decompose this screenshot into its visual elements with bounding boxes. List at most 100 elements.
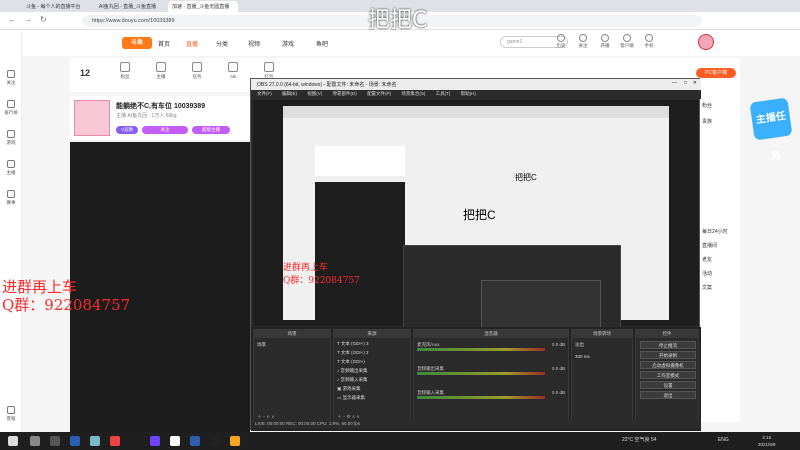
volume-slider[interactable] (417, 372, 545, 375)
guess-pill[interactable]: V竞猜 (116, 126, 138, 134)
menu-file[interactable]: 文件(F) (257, 91, 272, 97)
nav-category[interactable]: 分类 (216, 39, 228, 48)
explorer-icon[interactable] (90, 436, 100, 446)
broadcast-button[interactable]: 开播 (596, 34, 614, 49)
history-button[interactable]: 历史 (552, 34, 570, 49)
source-item[interactable]: T 文本 (GDI+) (337, 359, 365, 365)
left-nav-games[interactable]: 游戏 (0, 130, 22, 146)
settings-button[interactable]: 设置 (640, 381, 696, 389)
left-nav-streamers[interactable]: 主播 (0, 160, 22, 176)
weather-widget[interactable]: 22°C 空气良 54 (622, 437, 657, 443)
douyu-logo[interactable]: 斗鱼 (122, 37, 152, 49)
source-item[interactable]: ▣ 游戏采集 (337, 386, 361, 392)
volume-slider[interactable] (417, 348, 545, 351)
nav-video[interactable]: 视频 (248, 39, 260, 48)
controls-header: 控件 (636, 330, 698, 338)
obs-preview[interactable]: 把把C 把把C 进群再上车 Q群：922084757 (253, 100, 699, 415)
rank-icon (7, 100, 15, 108)
windows-start-icon[interactable] (8, 436, 18, 446)
browser-tab[interactable]: AI鱼丸回 - 直播_斗鱼直播 (95, 1, 165, 12)
left-nav-follow[interactable]: 关注 (0, 70, 22, 86)
menu-tools[interactable]: 工具(T) (436, 91, 451, 97)
stop-streaming-button[interactable]: 停止推流 (640, 341, 696, 349)
folder-icon[interactable] (230, 436, 240, 446)
menu-edit[interactable]: 编辑(E) (282, 91, 297, 97)
tool-item[interactable]: AB (222, 62, 244, 79)
mobile-button[interactable]: 手机 (640, 34, 658, 49)
mixer-channel-db: 0.0 dB (551, 390, 565, 395)
back-icon[interactable]: ← (8, 15, 16, 24)
camera-icon (601, 34, 609, 42)
language-indicator[interactable]: ENG (718, 437, 729, 443)
overlay-line: 进群再上车 (2, 278, 78, 296)
steam-icon[interactable] (190, 436, 200, 446)
controls-dock: 控件 停止推流 开始录制 启动虚拟摄像机 工作室模式 设置 退出 (635, 329, 699, 429)
browser-tab[interactable]: 斗鱼 - 每个人的直播平台 (22, 1, 92, 12)
source-item[interactable]: T 文本 (GDI+) 2 (337, 350, 369, 356)
menu-scene-collection[interactable]: 场景集合(S) (401, 91, 425, 97)
left-nav-rank[interactable]: 排行榜 (0, 100, 22, 116)
nav-home[interactable]: 首页 (158, 39, 170, 48)
ab-icon (228, 62, 238, 72)
download-icon (623, 34, 631, 42)
obs-window: OBS 27.0.0 (64-bit, windows) - 配置文件: 未命名… (250, 78, 701, 431)
obs-icon[interactable] (170, 436, 180, 446)
virtual-camera-button[interactable]: 启动虚拟摄像机 (640, 361, 696, 369)
source-item[interactable]: T 文本 (GDI+) 3 (337, 341, 369, 347)
app-icon[interactable] (210, 436, 220, 446)
obs-title: OBS 27.0.0 (64-bit, windows) - 配置文件: 未命名… (257, 82, 397, 88)
close-icon[interactable]: ✕ (693, 80, 697, 86)
clock-icon (557, 34, 565, 42)
menu-view[interactable]: 视图(V) (307, 91, 322, 97)
obs-menubar: 文件(F) 编辑(E) 视图(V) 停靠部件(D) 配置文件(P) 场景集合(S… (251, 90, 701, 99)
client-button[interactable]: 客户端 (618, 34, 636, 49)
maximize-icon[interactable]: □ (684, 80, 687, 86)
preview-red-line: 进群再上车 (283, 263, 329, 273)
nav-yuba[interactable]: 鱼吧 (316, 39, 328, 48)
clock[interactable]: 2:15 2021/9/9 (758, 434, 776, 448)
streamer-avatar[interactable] (74, 100, 110, 136)
forward-icon[interactable]: → (24, 15, 32, 24)
volume-slider[interactable] (417, 396, 545, 399)
streamer-task-badge[interactable]: 主播任务 (749, 97, 793, 162)
follow-pill[interactable]: 关注 (142, 126, 188, 134)
menu-profile[interactable]: 配置文件(P) (367, 91, 391, 97)
duration-input[interactable]: 300 ms (575, 354, 590, 359)
steam-icon[interactable] (70, 436, 80, 446)
exit-button[interactable]: 退出 (640, 391, 696, 399)
source-item[interactable]: ♪ 音频输出采集 (337, 368, 368, 374)
taskview-icon[interactable] (50, 436, 60, 446)
right-panel-text: 活动 (702, 271, 713, 277)
left-nav-service[interactable]: 客服 (0, 406, 22, 422)
transition-select[interactable]: 淡出 (575, 342, 584, 348)
search-icon[interactable] (30, 436, 40, 446)
source-item[interactable]: ▭ 显示器采集 (337, 395, 365, 401)
box-icon (120, 62, 130, 72)
nav-games[interactable]: 游戏 (282, 39, 294, 48)
reload-icon[interactable]: ↻ (40, 15, 47, 24)
nav-live[interactable]: 直播 (186, 39, 198, 48)
menu-help[interactable]: 帮助(H) (461, 91, 476, 97)
user-avatar[interactable] (698, 34, 714, 50)
follow-button[interactable]: 关注 (574, 34, 592, 49)
minimize-icon[interactable]: — (672, 80, 677, 86)
mixer-header: 混音器 (414, 330, 568, 338)
browser-tab-active[interactable]: 加速 - 直播_斗鱼无圆直播 (168, 1, 238, 12)
app-icon[interactable] (150, 436, 160, 446)
start-recording-button[interactable]: 开始录制 (640, 351, 696, 359)
left-nav-events[interactable]: 赛事 (0, 190, 22, 206)
right-panel-text: 文案 (702, 285, 713, 291)
overlay-red-text: 进群再上车 Q群：922084757 (2, 278, 130, 314)
transitions-dock: 场景转场 淡出 300 ms (571, 329, 633, 429)
pc-client-button[interactable]: PC客户端 (696, 68, 736, 78)
studio-mode-button[interactable]: 工作室模式 (640, 371, 696, 379)
super-pill[interactable]: 超级主播 (192, 126, 230, 134)
tool-item[interactable]: 粉丝 (114, 62, 136, 80)
menu-docks[interactable]: 停靠部件(D) (333, 91, 357, 97)
source-item[interactable]: ♪ 音频输入采集 (337, 377, 368, 383)
chrome-icon[interactable] (110, 436, 120, 446)
scene-item[interactable]: 场景 (257, 342, 266, 348)
preview-red-text: 进群再上车 Q群：922084757 (283, 260, 360, 286)
tool-item[interactable]: 主播 (150, 62, 172, 80)
tool-item[interactable]: 任务 (186, 62, 208, 80)
